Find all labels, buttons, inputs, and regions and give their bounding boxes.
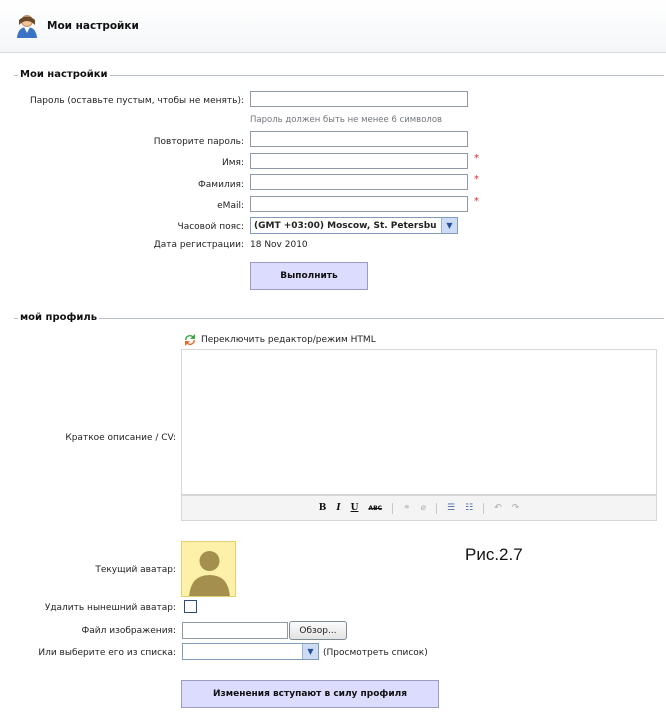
chevron-down-icon[interactable]: ▼ [441, 218, 457, 233]
firstname-input[interactable] [250, 153, 468, 169]
avatar-label: Текущий аватар: [95, 565, 176, 575]
italic-button[interactable]: I [336, 503, 340, 513]
repeat-password-label: Повторите пароль: [153, 137, 244, 147]
toggle-editor-link[interactable]: Переключить редактор/режим HTML [201, 335, 376, 345]
underline-button[interactable]: U [351, 503, 359, 513]
profile-legend: мой профиль [18, 312, 100, 323]
password-input[interactable] [250, 91, 468, 107]
repeat-password-input[interactable] [250, 131, 468, 147]
password-hint: Пароль должен быть не менее 6 символов [250, 115, 443, 125]
undo-icon[interactable]: ↶ [494, 503, 502, 513]
delete-avatar-checkbox[interactable] [184, 600, 197, 613]
figure-caption: Рис.2.7 [465, 545, 523, 564]
toggle-editor-icon[interactable] [183, 333, 197, 347]
settings-fieldset-border [14, 75, 664, 76]
lastname-required: * [474, 174, 479, 185]
page-title: Мои настройки [47, 20, 139, 32]
timezone-label: Часовой пояс: [177, 222, 244, 232]
bold-button[interactable]: B [319, 503, 327, 513]
avatar-silhouette-icon [189, 551, 230, 596]
lastname-input[interactable] [250, 174, 468, 190]
email-required: * [474, 196, 479, 207]
timezone-select[interactable]: (GMT +03:00) Moscow, St. Petersbu ▼ [250, 217, 458, 234]
toolbar-separator [436, 502, 438, 514]
browse-button[interactable]: Обзор... [289, 621, 347, 640]
email-label: eMail: [217, 201, 244, 211]
email-input[interactable] [250, 196, 468, 212]
lastname-label: Фамилия: [198, 180, 244, 190]
view-list-link[interactable]: (Просмотреть список) [323, 648, 428, 658]
timezone-value: (GMT +03:00) Moscow, St. Petersbu [254, 220, 437, 231]
cv-label: Краткое описание / CV: [65, 433, 176, 443]
strikethrough-button[interactable]: ABC [368, 505, 382, 512]
current-avatar [181, 541, 236, 597]
delete-avatar-label: Удалить нынешний аватар: [44, 603, 176, 613]
toolbar-separator [483, 502, 485, 514]
regdate-value: 18 Nov 2010 [250, 240, 308, 250]
password-label: Пароль (оставьте пустым, чтобы не менять… [30, 96, 244, 106]
redo-icon[interactable]: ↷ [512, 503, 520, 513]
choose-avatar-label: Или выберите его из списка: [38, 648, 176, 658]
regdate-label: Дата регистрации: [153, 240, 244, 250]
avatar-list-select[interactable]: ▼ [182, 643, 319, 660]
editor-toolbar: B I U ABC ⚭ ⌀ ☰ ☷ ↶ ↷ [181, 495, 657, 521]
submit-button[interactable]: Выполнить [250, 262, 368, 290]
toolbar-separator [392, 502, 394, 514]
firstname-required: * [474, 153, 479, 164]
apply-profile-button[interactable]: Изменения вступают в силу профиля [181, 680, 439, 708]
settings-legend: Мои настройки [18, 69, 110, 80]
firstname-label: Имя: [222, 158, 244, 168]
unlink-icon[interactable]: ⌀ [421, 503, 426, 513]
chevron-down-icon[interactable]: ▼ [302, 644, 318, 659]
user-settings-icon [16, 14, 38, 38]
link-icon[interactable]: ⚭ [403, 503, 411, 513]
bullet-list-icon[interactable]: ☰ [447, 503, 455, 513]
file-input[interactable] [182, 622, 288, 639]
cv-editor[interactable] [181, 349, 657, 495]
numbered-list-icon[interactable]: ☷ [465, 503, 473, 513]
profile-fieldset-border [14, 318, 664, 319]
file-label: Файл изображения: [81, 626, 176, 636]
